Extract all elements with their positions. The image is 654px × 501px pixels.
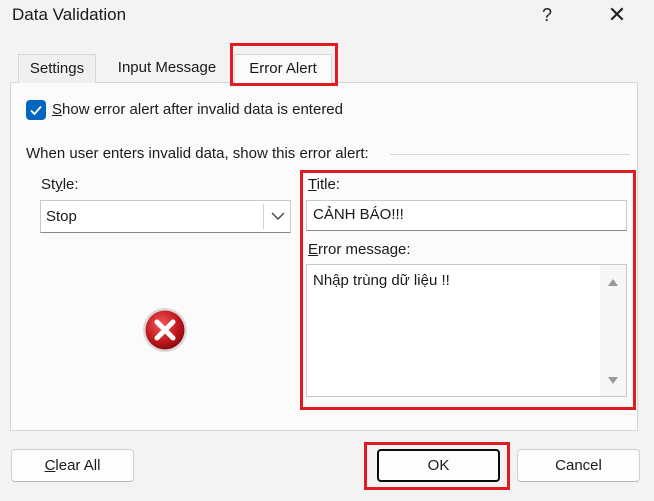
title-label: Title: [308,176,340,193]
help-button[interactable]: ? [530,0,564,30]
ok-button[interactable]: OK [377,449,500,482]
title-input[interactable]: CẢNH BÁO!!! [306,200,627,231]
cancel-button[interactable]: Cancel [517,449,640,482]
clear-all-button[interactable]: Clear All [11,449,134,482]
chevron-down-icon[interactable] [269,207,287,225]
dialog-title: Data Validation [12,5,127,24]
error-message-label: Error message: [308,241,411,258]
title-bar: Data Validation ? ✕ [0,0,654,34]
dropdown-divider [263,204,264,229]
scroll-up-icon[interactable] [607,277,619,287]
stop-error-icon [143,308,187,352]
tab-settings[interactable]: Settings [18,54,96,83]
tab-error-alert[interactable]: Error Alert [234,54,332,84]
section-divider [390,154,630,155]
error-message-text: Nhập trùng dữ liệu !! [313,272,450,289]
show-error-alert-checkbox[interactable] [26,100,46,120]
close-button[interactable]: ✕ [592,0,642,30]
error-message-textarea[interactable]: Nhập trùng dữ liệu !! [306,264,627,397]
checkmark-icon [30,105,42,116]
style-selected-value: Stop [46,208,77,225]
section-label: When user enters invalid data, show this… [26,145,369,162]
message-scrollbar[interactable] [600,265,626,396]
style-dropdown[interactable]: Stop [40,200,291,233]
tab-input-message[interactable]: Input Message [106,54,228,83]
scroll-down-icon[interactable] [607,376,619,386]
style-label: Style: [41,176,79,193]
show-error-alert-label[interactable]: Show error alert after invalid data is e… [52,101,343,118]
